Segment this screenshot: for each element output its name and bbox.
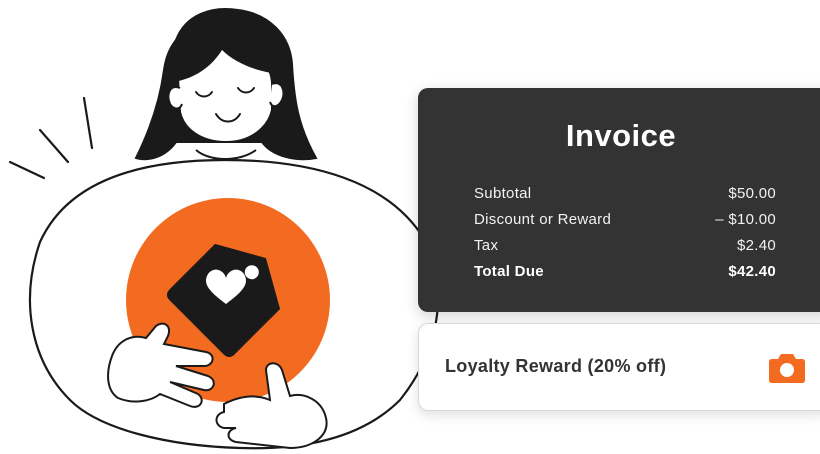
invoice-title: Invoice: [565, 118, 677, 153]
line-item-tax: Tax $2.40: [474, 232, 776, 258]
line-item-label: Subtotal: [474, 184, 532, 202]
line-item-label: Tax: [474, 236, 499, 254]
total-value: $42.40: [728, 262, 776, 280]
person-illustration: [8, 8, 440, 450]
total-label: Total Due: [474, 262, 544, 280]
line-item-value: – $10.00: [715, 210, 776, 228]
line-item-value: $50.00: [728, 184, 776, 202]
line-item-discount: Discount or Reward – $10.00: [474, 206, 776, 232]
camera-icon[interactable]: [768, 350, 806, 384]
loyalty-reward-label: Loyalty Reward (20% off): [445, 356, 667, 376]
invoice-line-items: Subtotal $50.00 Discount or Reward – $10…: [474, 180, 776, 284]
line-item-label: Discount or Reward: [474, 210, 612, 228]
excitement-lines: [8, 96, 94, 180]
line-item-value: $2.40: [736, 236, 776, 254]
line-item-subtotal: Subtotal $50.00: [474, 180, 776, 206]
line-item-total-due: Total Due $42.40: [474, 258, 776, 284]
